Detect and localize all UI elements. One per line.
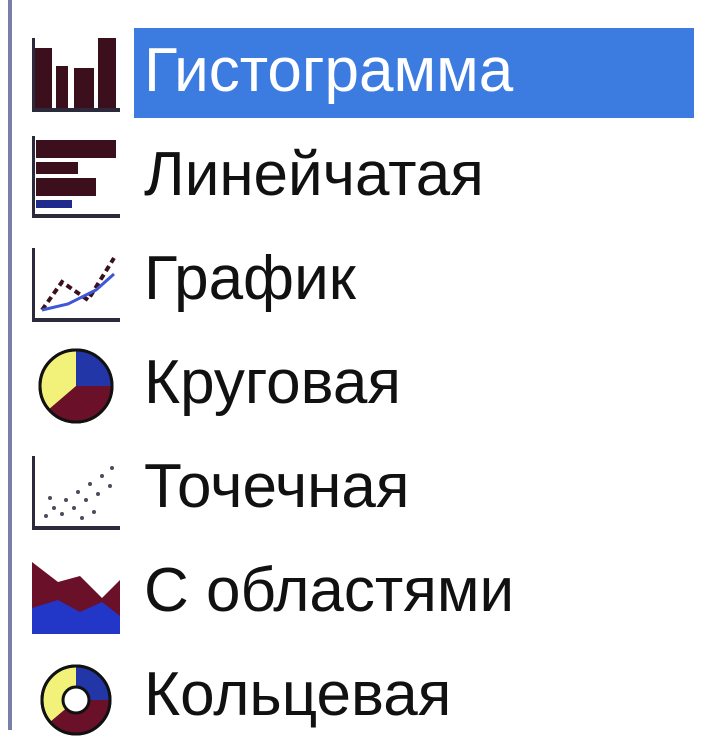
- list-item-label: Точечная: [144, 452, 410, 521]
- area-chart-icon: [28, 542, 124, 638]
- list-item-label: График: [144, 244, 356, 313]
- list-left-border: [8, 0, 12, 730]
- list-item-label: Гистограмма: [134, 28, 694, 118]
- list-item-label: Круговая: [144, 348, 401, 417]
- pie-chart-icon: [28, 334, 124, 430]
- column-chart-icon: [28, 22, 124, 118]
- list-item-doughnut-chart[interactable]: Кольцевая: [22, 638, 712, 742]
- list-item-bar-chart[interactable]: Линейчатая: [22, 118, 712, 222]
- list-item-area-chart[interactable]: С областями: [22, 534, 712, 638]
- list-item-column-chart[interactable]: Гистограмма: [22, 14, 712, 118]
- scatter-chart-icon: [28, 438, 124, 534]
- list-item-scatter-chart[interactable]: Точечная: [22, 430, 712, 534]
- bar-chart-icon: [28, 126, 124, 222]
- doughnut-chart-icon: [28, 646, 124, 742]
- line-chart-icon: [28, 230, 124, 326]
- chart-type-list[interactable]: Гистограмма Линейчатая График Круговая Т…: [22, 14, 712, 742]
- list-item-label: Кольцевая: [144, 660, 452, 729]
- list-item-label: С областями: [144, 556, 515, 625]
- list-item-label: Линейчатая: [144, 140, 484, 209]
- list-item-line-chart[interactable]: График: [22, 222, 712, 326]
- list-item-pie-chart[interactable]: Круговая: [22, 326, 712, 430]
